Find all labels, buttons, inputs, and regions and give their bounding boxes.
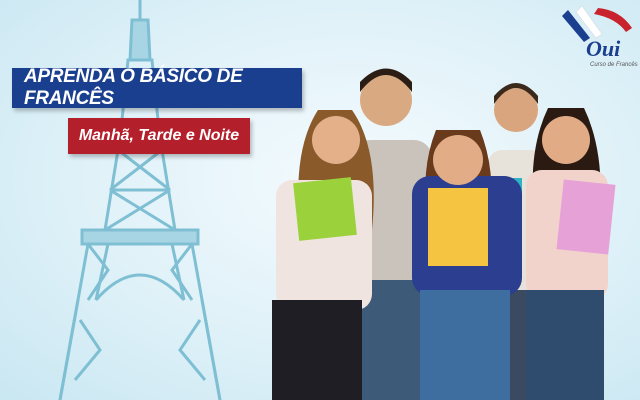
student-female-right	[526, 108, 616, 400]
logo-wordmark: Oui	[586, 36, 621, 61]
headline-banner: APRENDA O BÁSICO DE FRANCÊS	[12, 66, 302, 109]
hero-banner: APRENDA O BÁSICO DE FRANCÊS Manhã, Tarde…	[0, 0, 640, 400]
logo-subtitle: Curso de Francês	[590, 62, 638, 68]
students-group-photo	[272, 68, 616, 400]
schedule-banner: Manhã, Tarde e Noite	[68, 118, 250, 154]
student-female-left	[272, 110, 374, 400]
